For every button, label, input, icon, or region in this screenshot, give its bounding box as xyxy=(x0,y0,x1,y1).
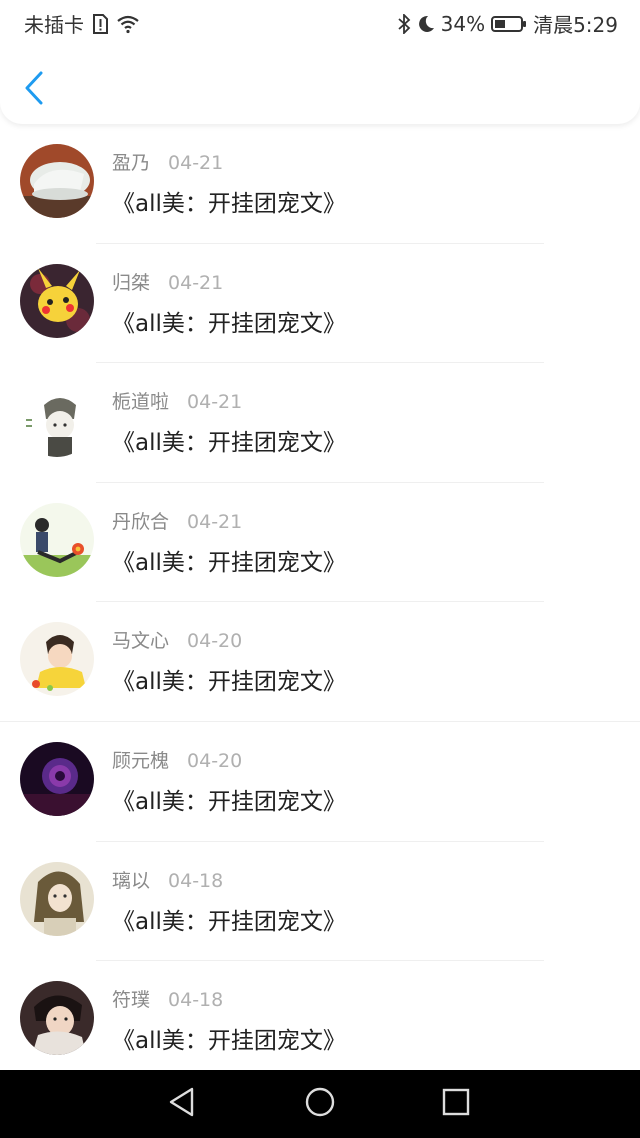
avatar xyxy=(20,383,94,458)
post-date: 04-18 xyxy=(168,869,224,892)
author-name: 归桀 xyxy=(112,271,151,294)
avatar xyxy=(20,144,94,218)
item-meta: 顾元槐 04-20 xyxy=(112,746,242,773)
author-name: 马文心 xyxy=(112,630,170,653)
post-date: 04-18 xyxy=(168,989,224,1012)
avatar xyxy=(20,861,94,936)
circle-home-icon xyxy=(304,1086,336,1122)
comment-list: 盈乃 04-21 《all美：开挂团宠文》 归桀 04-21 《all美：开挂团… xyxy=(0,124,640,1070)
list-item[interactable]: 璃以 04-18 《all美：开挂团宠文》 xyxy=(0,842,640,962)
book-title: 《all美：开挂团宠文》 xyxy=(112,549,346,576)
back-button[interactable] xyxy=(14,70,54,110)
author-name: 盈乃 xyxy=(112,152,151,174)
battery-icon xyxy=(491,14,527,34)
post-date: 04-21 xyxy=(168,271,224,294)
triangle-back-icon xyxy=(167,1086,197,1122)
nav-home-button[interactable] xyxy=(302,1086,338,1122)
author-name: 符璞 xyxy=(112,989,151,1012)
status-right: 34% 清晨5:29 xyxy=(397,9,618,38)
list-item[interactable]: 丹欣合 04-21 《all美：开挂团宠文》 xyxy=(0,483,640,603)
battery-percent: 34% xyxy=(440,11,486,36)
bluetooth-icon xyxy=(397,13,411,34)
nav-back-button[interactable] xyxy=(164,1086,200,1122)
post-date: 04-21 xyxy=(187,510,243,533)
avatar xyxy=(20,622,94,697)
item-meta: 盈乃 04-21 xyxy=(112,148,223,175)
item-meta: 马文心 04-20 xyxy=(112,626,242,653)
item-meta: 栀道啦 04-21 xyxy=(112,387,242,414)
carrier-text: 未插卡 xyxy=(24,13,84,37)
list-item[interactable]: 符璞 04-18 《all美：开挂团宠文》 xyxy=(0,961,640,1070)
book-title: 《all美：开挂团宠文》 xyxy=(112,788,346,815)
avatar xyxy=(20,981,94,1056)
avatar xyxy=(20,502,94,577)
author-name: 丹欣合 xyxy=(112,510,170,533)
item-meta: 归桀 04-21 xyxy=(112,268,223,295)
status-left: 未插卡 xyxy=(24,9,140,38)
chevron-left-icon xyxy=(23,71,45,109)
status-bar: 未插卡 34% 清晨5:29 xyxy=(0,0,640,44)
wifi-icon xyxy=(116,14,140,34)
avatar xyxy=(20,263,94,338)
system-nav-bar xyxy=(0,1070,640,1138)
book-title: 《all美：开挂团宠文》 xyxy=(112,191,346,217)
book-title: 《all美：开挂团宠文》 xyxy=(112,310,346,337)
list-item[interactable]: 顾元槐 04-20 《all美：开挂团宠文》 xyxy=(0,722,640,842)
avatar xyxy=(20,741,94,816)
author-name: 栀道啦 xyxy=(112,391,170,414)
list-item[interactable]: 栀道啦 04-21 《all美：开挂团宠文》 xyxy=(0,363,640,483)
book-title: 《all美：开挂团宠文》 xyxy=(112,1028,346,1055)
author-name: 顾元槐 xyxy=(112,749,170,772)
author-name: 璃以 xyxy=(112,869,151,892)
header: 未插卡 34% 清晨5:29 xyxy=(0,0,640,124)
book-title: 《all美：开挂团宠文》 xyxy=(112,669,346,696)
list-item[interactable]: 马文心 04-20 《all美：开挂团宠文》 xyxy=(0,602,640,722)
post-date: 04-21 xyxy=(168,152,224,174)
square-recents-icon xyxy=(441,1087,471,1121)
post-date: 04-20 xyxy=(187,630,243,653)
book-title: 《all美：开挂团宠文》 xyxy=(112,430,346,457)
item-meta: 丹欣合 04-21 xyxy=(112,507,242,534)
item-meta: 符璞 04-18 xyxy=(112,985,223,1012)
post-date: 04-21 xyxy=(187,391,243,414)
post-date: 04-20 xyxy=(187,749,243,772)
list-item[interactable]: 归桀 04-21 《all美：开挂团宠文》 xyxy=(0,244,640,364)
book-title: 《all美：开挂团宠文》 xyxy=(112,908,346,935)
sim-alert-icon xyxy=(92,13,108,34)
app-screen: 未插卡 34% 清晨5:29 盈乃 04-21 《all美：开挂团宠文》 归桀 … xyxy=(0,0,640,1138)
clock-time: 清晨5:29 xyxy=(533,13,618,37)
nav-recents-button[interactable] xyxy=(438,1086,474,1122)
item-meta: 璃以 04-18 xyxy=(112,866,223,893)
moon-icon xyxy=(417,14,435,34)
nav-bar xyxy=(0,60,640,120)
list-item[interactable]: 盈乃 04-21 《all美：开挂团宠文》 xyxy=(0,124,640,244)
